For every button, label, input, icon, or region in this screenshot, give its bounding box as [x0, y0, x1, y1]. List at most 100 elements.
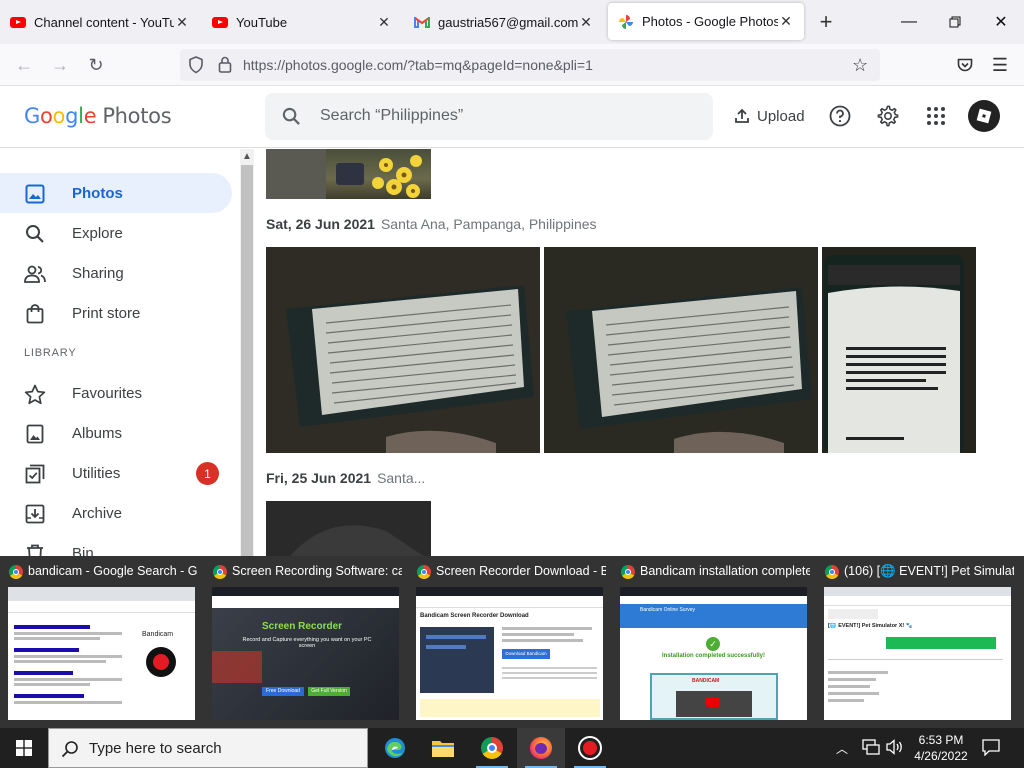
back-arrow-icon[interactable]: ← [9, 50, 39, 80]
window-preview-thumbnail: Bandicam Screen Recorder Download Downlo… [416, 587, 603, 720]
photo-thumbnail[interactable] [266, 501, 431, 556]
sidebar-item-sharing[interactable]: Sharing [0, 253, 232, 293]
forward-arrow-icon[interactable]: → [45, 50, 75, 80]
window-preview-title: Screen Recorder Download - Bandicam [436, 564, 606, 578]
sidebar-scrollbar[interactable]: ▲ [240, 149, 254, 556]
chrome-icon [825, 565, 839, 579]
record-icon [146, 647, 176, 677]
notification-center-icon[interactable] [982, 739, 1000, 761]
youtube-icon [212, 14, 228, 30]
upload-icon [734, 108, 750, 124]
sidebar-item-favourites[interactable]: Favourites [0, 373, 232, 413]
search-input[interactable]: Search “Philippines” [320, 107, 463, 125]
window-preview-thumbnail: Bandicam Online Survey ✓ Installation co… [620, 587, 807, 720]
sidebar: Photos Explore Sharing Print store LIBRA… [0, 149, 240, 556]
sidebar-item-label: Archive [72, 505, 123, 522]
scrollbar-thumb[interactable] [241, 165, 253, 556]
photo-thumbnail[interactable] [266, 247, 540, 453]
bookmark-star-icon[interactable]: ☆ [852, 55, 868, 76]
window-preview[interactable]: Bandicam installation completed Bandicam… [612, 556, 816, 728]
tab-title: gaustria567@gmail.com - Gmail [438, 14, 578, 30]
sidebar-item-print-store[interactable]: Print store [0, 293, 232, 333]
maximize-button[interactable] [932, 0, 978, 44]
address-bar[interactable]: https://photos.google.com/?tab=mq&pageId… [180, 49, 880, 81]
group-date: Sat, 26 Jun 2021 [266, 216, 375, 232]
window-preview-title: (106) [🌐 EVENT!] Pet Simulator X! [844, 564, 1014, 578]
tab-google-photos[interactable]: Photos - Google Photos ✕ [608, 3, 804, 40]
upload-label: Upload [757, 107, 805, 125]
photo-thumbnail[interactable] [544, 247, 818, 453]
scroll-up-arrow-icon[interactable]: ▲ [242, 151, 252, 162]
search-icon [24, 223, 46, 245]
pocket-icon[interactable] [950, 50, 980, 80]
window-preview-thumbnail: Bandicam [8, 587, 195, 720]
window-preview-title: bandicam - Google Search - Google Chrome [28, 564, 198, 578]
photo-thumbnail[interactable] [822, 247, 976, 453]
group-location[interactable]: Santa... [377, 470, 425, 486]
preview-heading: Bandicam Online Survey [640, 607, 696, 613]
window-preview-thumbnail: Screen Recorder Record and Capture every… [212, 587, 399, 720]
upload-button[interactable]: Upload [734, 104, 805, 128]
windows-start-icon[interactable] [0, 728, 48, 768]
sidebar-item-explore[interactable]: Explore [0, 213, 232, 253]
photo-thumbnail[interactable] [266, 149, 431, 199]
preview-heading: Screen Recorder [262, 621, 343, 632]
preview-button: Download Bandicam [502, 649, 550, 659]
firefox-icon[interactable] [517, 728, 565, 768]
close-window-button[interactable]: ✕ [978, 0, 1024, 44]
photo-grid: Sat, 26 Jun 2021 Santa Ana, Pampanga, Phi… [254, 149, 1024, 556]
window-preview-thumbnail: [🌐 EVENT!] Pet Simulator X! 🐾 [824, 587, 1011, 720]
show-hidden-icons-chevron-icon[interactable]: ︿ [836, 740, 848, 757]
chrome-icon [621, 565, 635, 579]
archive-icon [24, 503, 46, 525]
clock-date: 4/26/2022 [914, 749, 968, 763]
tab-gmail[interactable]: gaustria567@gmail.com - Gmail ✕ [404, 0, 604, 44]
sidebar-item-albums[interactable]: Albums [0, 413, 232, 453]
tab-title: Photos - Google Photos [642, 14, 778, 29]
lock-icon[interactable] [218, 56, 232, 78]
shield-icon[interactable] [188, 56, 204, 79]
taskbar-search-box[interactable]: Type here to search [48, 728, 368, 768]
reload-icon[interactable]: ↻ [81, 50, 111, 80]
tab-youtube[interactable]: YouTube ✕ [202, 0, 402, 44]
close-icon[interactable]: ✕ [578, 14, 594, 31]
group-location[interactable]: Santa Ana, Pampanga, Philippines [381, 216, 597, 232]
taskbar-search-input[interactable]: Type here to search [89, 740, 222, 757]
search-icon[interactable] [282, 107, 301, 131]
window-preview[interactable]: Screen Recorder Download - Bandicam Band… [408, 556, 612, 728]
bandicam-record-icon[interactable] [566, 728, 614, 768]
help-icon[interactable] [827, 103, 853, 129]
file-explorer-icon[interactable] [419, 728, 467, 768]
sidebar-item-label: Print store [72, 305, 141, 322]
tab-channel-content[interactable]: Channel content - YouTube ✕ [0, 0, 200, 44]
minimize-button[interactable]: — [886, 0, 932, 44]
volume-icon[interactable] [886, 739, 904, 760]
close-icon[interactable]: ✕ [174, 14, 190, 31]
account-avatar[interactable] [968, 100, 1000, 132]
windows-taskbar: Type here to search ︿ 6:53 PM 4/26/2022 [0, 728, 1024, 768]
preview-subtitle: Record and Capture everything you want o… [242, 637, 372, 649]
sidebar-item-archive[interactable]: Archive [0, 493, 232, 533]
sidebar-item-label: Albums [72, 425, 123, 442]
window-preview[interactable]: bandicam - Google Search - Google Chrome… [0, 556, 204, 728]
network-icon[interactable] [862, 739, 880, 760]
close-icon[interactable]: ✕ [376, 14, 392, 31]
search-box[interactable]: Search “Philippines” [265, 93, 713, 140]
new-tab-button[interactable]: + [812, 8, 840, 36]
window-preview[interactable]: (106) [🌐 EVENT!] Pet Simulator X! [🌐 EVE… [816, 556, 1020, 728]
sidebar-item-photos[interactable]: Photos [0, 173, 232, 213]
window-preview[interactable]: Screen Recording Software: capture... Sc… [204, 556, 408, 728]
browser-tab-strip: Channel content - YouTube ✕ YouTube ✕ ga… [0, 0, 1024, 44]
sidebar-item-label: Utilities [72, 465, 121, 482]
chrome-icon[interactable] [468, 728, 516, 768]
menu-icon[interactable]: ☰ [985, 50, 1015, 80]
apps-grid-icon[interactable] [923, 103, 949, 129]
sidebar-item-bin[interactable]: Bin [0, 533, 232, 556]
close-icon[interactable]: ✕ [778, 13, 794, 30]
date-group-header: Sat, 26 Jun 2021 Santa Ana, Pampanga, Phi… [266, 216, 597, 232]
google-photos-logo[interactable]: Google Photos [24, 104, 172, 128]
settings-gear-icon[interactable] [875, 103, 901, 129]
taskbar-clock[interactable]: 6:53 PM 4/26/2022 [908, 732, 974, 764]
app-header: Google Photos Search “Philippines” Upload [0, 86, 1024, 148]
edge-icon[interactable] [371, 728, 419, 768]
